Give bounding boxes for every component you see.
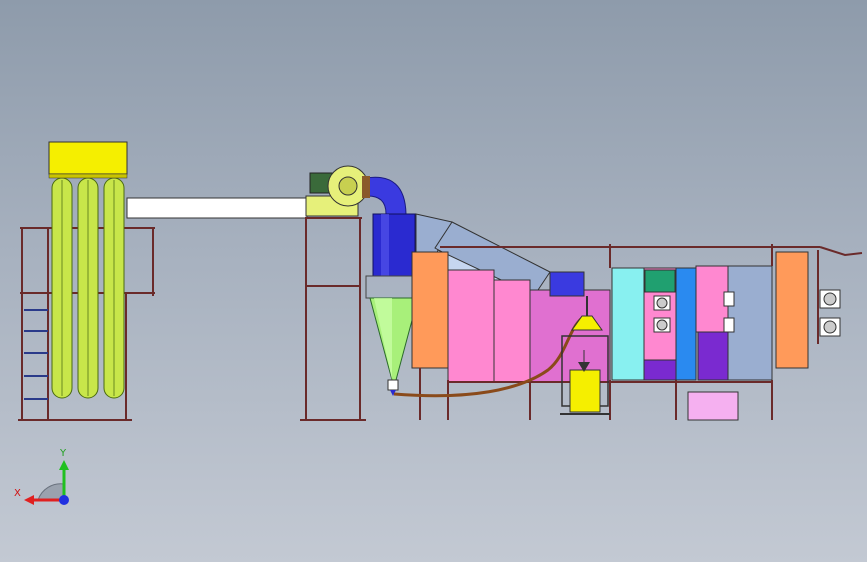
spray-booth xyxy=(411,251,841,383)
booth-panel-green xyxy=(644,269,676,293)
booth-panel-orange-right xyxy=(775,251,809,369)
booth-panel-grey-blue xyxy=(727,265,773,381)
filter-hood xyxy=(48,141,128,175)
filter-bags xyxy=(51,177,125,399)
booth-panel-pink-2 xyxy=(493,279,531,383)
bag-filter-unit xyxy=(18,141,155,421)
booth-panel-pink-1 xyxy=(447,269,495,383)
cad-scene: Y X xyxy=(14,141,863,505)
cad-viewport[interactable]: Y X xyxy=(0,0,867,562)
booth-panel-blue xyxy=(675,267,697,381)
booth-panel-purple-2 xyxy=(697,331,729,381)
booth-hopper-grey xyxy=(549,271,585,297)
powder-barrel xyxy=(569,369,601,413)
axis-triad: Y X xyxy=(14,448,69,505)
exhaust-fan-assembly xyxy=(300,165,369,421)
booth-panel-pink-5 xyxy=(695,265,729,333)
axis-y-label: Y xyxy=(59,448,67,459)
booth-panel-orange-left xyxy=(411,251,449,369)
booth-panel-cyan xyxy=(611,267,645,381)
cyclone-separator xyxy=(362,176,421,396)
air-duct xyxy=(126,197,308,219)
axis-x-label: X xyxy=(14,488,21,499)
ladder xyxy=(24,309,48,400)
booth-panel-purple-1 xyxy=(643,359,677,381)
cyclone-body xyxy=(372,213,416,277)
cyclone-inlet-elbow xyxy=(365,176,407,215)
control-box xyxy=(687,391,739,421)
